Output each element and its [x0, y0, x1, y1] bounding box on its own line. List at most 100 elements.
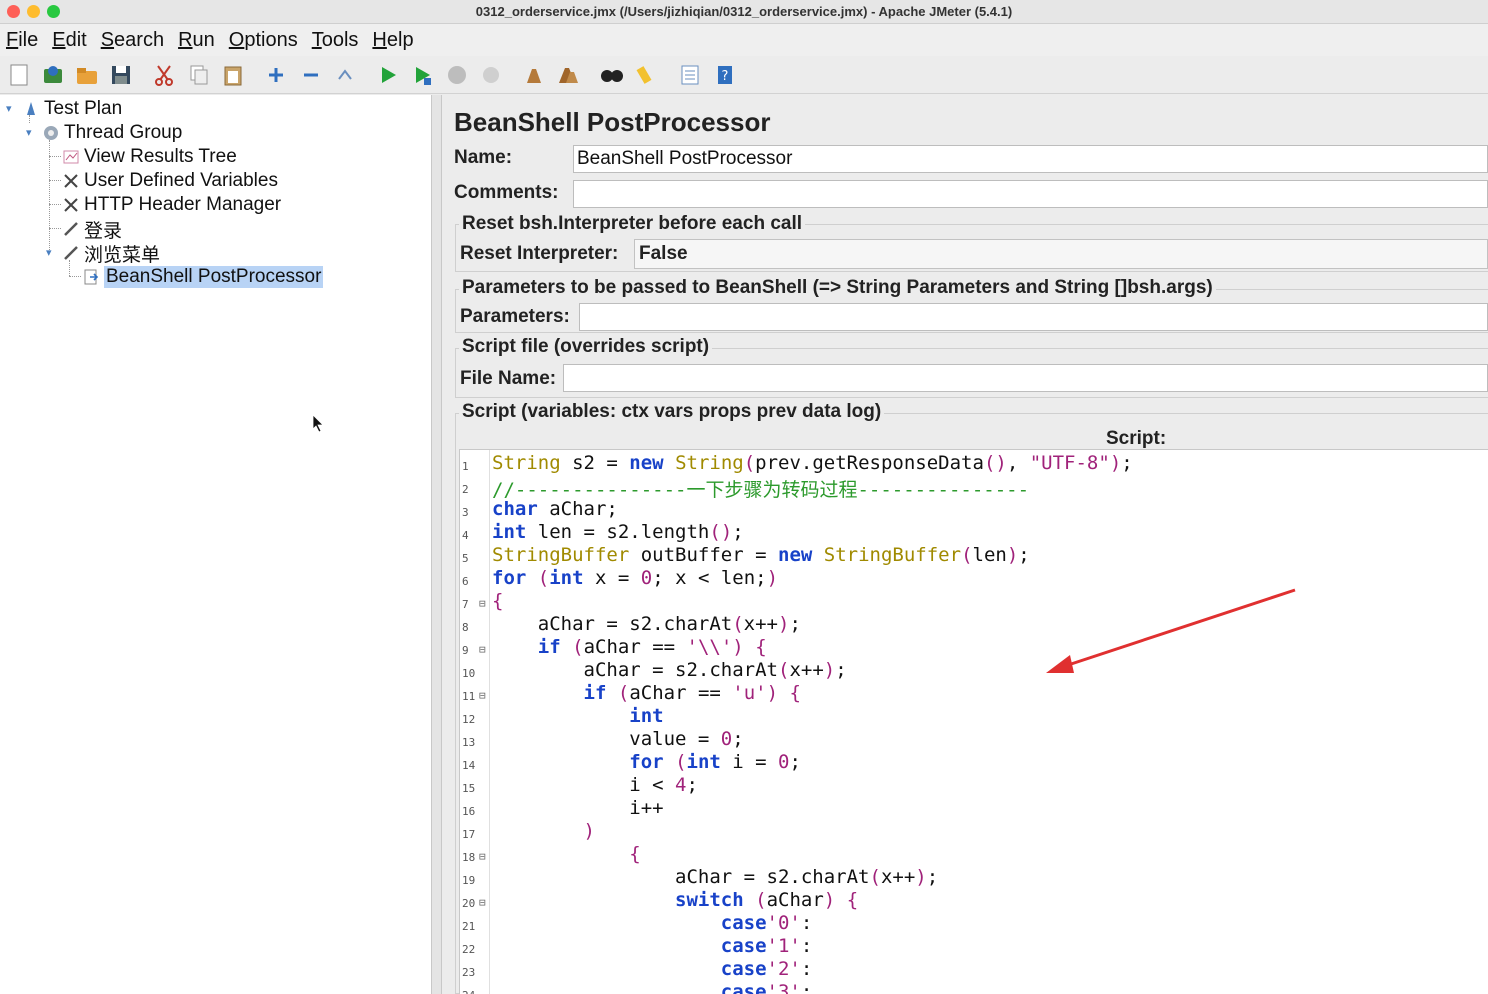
comments-field[interactable] — [573, 180, 1488, 208]
line-number: 5 — [462, 552, 469, 565]
search-icon[interactable] — [598, 61, 626, 89]
new-icon[interactable] — [5, 61, 33, 89]
reset-search-icon[interactable] — [632, 61, 660, 89]
config-icon — [62, 196, 80, 214]
code-line: { — [492, 590, 504, 612]
panel-title: BeanShell PostProcessor — [454, 107, 771, 137]
copy-icon[interactable] — [185, 61, 213, 89]
menu-run[interactable]: Run — [178, 29, 215, 52]
code-line: char aChar; — [492, 498, 618, 520]
script-editor[interactable]: 1 2 3 4 5 6 7 8 9 10 11 12 13 14 15 16 1… — [459, 449, 1488, 994]
tree-item-http-header-manager[interactable]: HTTP Header Manager — [62, 193, 281, 217]
postprocessor-icon — [82, 268, 100, 286]
shutdown-icon[interactable] — [477, 61, 505, 89]
open-icon[interactable] — [73, 61, 101, 89]
code-line: case'1': — [720, 935, 813, 957]
tree-expand-toggle[interactable]: ▾ — [26, 126, 32, 139]
tree-item-label: View Results Tree — [84, 146, 237, 167]
parameters-field[interactable] — [579, 303, 1488, 331]
fold-toggle-icon[interactable]: ⊟ — [479, 850, 486, 863]
menu-edit-label: dit — [65, 28, 87, 51]
config-icon — [62, 172, 80, 190]
start-icon[interactable] — [374, 61, 402, 89]
cut-icon[interactable] — [150, 61, 178, 89]
line-number: 24 — [462, 989, 488, 994]
tree-item-test-plan[interactable]: Test Plan — [22, 97, 122, 121]
start-no-pause-icon[interactable] — [408, 61, 436, 89]
menu-options-mnemonic: O — [228, 28, 245, 51]
menu-edit-mnemonic: E — [52, 28, 66, 51]
tree-item-label: Thread Group — [64, 122, 183, 143]
code-line: switch (aChar) { — [675, 889, 859, 911]
window-title: 0312_orderservice.jmx (/Users/jizhiqian/… — [475, 4, 1013, 19]
tree-item-label: User Defined Variables — [84, 170, 278, 191]
tree-item-view-results-tree[interactable]: View Results Tree — [62, 145, 237, 169]
help-icon[interactable]: ? — [711, 61, 739, 89]
code-line: i++ — [492, 797, 664, 819]
parameters-label: Parameters: — [460, 306, 570, 327]
menu-options[interactable]: Options — [229, 29, 298, 52]
menu-tools-label: ools — [321, 28, 359, 51]
menu-help-mnemonic: H — [372, 28, 387, 51]
test-plan-icon — [22, 100, 40, 118]
tree-item-beanshell-postprocessor[interactable]: BeanShell PostProcessor — [82, 265, 324, 289]
line-number: 6 — [462, 575, 469, 588]
paste-icon[interactable] — [219, 61, 247, 89]
code-line: if (aChar == '\\') { — [537, 636, 767, 658]
window-titlebar: 0312_orderservice.jmx (/Users/jizhiqian/… — [0, 0, 1488, 24]
fold-toggle-icon[interactable]: ⊟ — [479, 643, 486, 656]
line-number: 2 — [462, 483, 469, 496]
code-line: i < 4; — [492, 774, 698, 796]
toggle-icon[interactable] — [331, 61, 359, 89]
menu-help[interactable]: Help — [372, 29, 413, 52]
code-line: case'3': — [720, 981, 813, 994]
menu-run-label: un — [192, 28, 215, 51]
clear-all-icon[interactable] — [554, 61, 582, 89]
templates-icon[interactable] — [39, 61, 67, 89]
menu-tools[interactable]: Tools — [312, 29, 359, 52]
annotation-arrow-icon — [1046, 588, 1296, 673]
file-name-label: File Name: — [460, 368, 557, 389]
clear-icon[interactable] — [520, 61, 548, 89]
collapse-icon[interactable] — [297, 61, 325, 89]
tree-expand-toggle[interactable]: ▾ — [46, 246, 52, 259]
line-number: 1 — [462, 460, 469, 473]
sampler-icon — [62, 244, 80, 262]
tree-expand-toggle[interactable]: ▾ — [6, 102, 12, 115]
code-line: ) — [583, 820, 595, 842]
function-helper-icon[interactable] — [676, 61, 704, 89]
results-tree-icon — [62, 148, 80, 166]
code-line: String s2 = new String(prev.getResponseD… — [492, 452, 1133, 474]
tree-item-label: 登录 — [84, 220, 123, 242]
split-pane-divider[interactable] — [432, 95, 442, 994]
comments-label: Comments: — [454, 182, 559, 203]
menu-tools-mnemonic: T — [311, 28, 322, 51]
menu-search[interactable]: Search — [101, 29, 164, 52]
reset-interpreter-select[interactable]: False — [634, 239, 1488, 269]
tree-item-user-defined-variables[interactable]: User Defined Variables — [62, 169, 278, 193]
save-icon[interactable] — [107, 61, 135, 89]
expand-icon[interactable] — [262, 61, 290, 89]
fold-toggle-icon[interactable]: ⊟ — [479, 597, 486, 610]
menu-file[interactable]: File — [6, 29, 38, 52]
name-label: Name: — [454, 147, 513, 168]
file-name-field[interactable] — [563, 364, 1488, 392]
menu-file-mnemonic: F — [6, 28, 19, 51]
fold-toggle-icon[interactable]: ⊟ — [479, 689, 486, 702]
name-field[interactable]: BeanShell PostProcessor — [573, 145, 1488, 173]
menu-edit[interactable]: Edit — [52, 29, 86, 52]
tree-item-thread-group[interactable]: Thread Group — [42, 121, 182, 145]
code-line: { — [629, 843, 641, 865]
code-line: aChar = s2.charAt(x++); — [492, 659, 847, 681]
stop-icon[interactable] — [443, 61, 471, 89]
menu-bar: File Edit Search Run Options Tools Help — [0, 24, 1488, 56]
tree-item-login-sampler[interactable]: 登录 — [62, 217, 123, 242]
code-line: case'0': — [720, 912, 813, 934]
code-line: aChar = s2.charAt(x++); — [492, 613, 801, 635]
line-number: 21 — [462, 920, 476, 933]
tree-item-browse-menu-sampler[interactable]: 浏览菜单 — [62, 241, 160, 266]
code-line: for (int x = 0; x < len;) — [492, 567, 779, 589]
menu-run-mnemonic: R — [178, 28, 193, 51]
fold-toggle-icon[interactable]: ⊟ — [479, 896, 486, 909]
line-number: 23 — [462, 966, 476, 979]
